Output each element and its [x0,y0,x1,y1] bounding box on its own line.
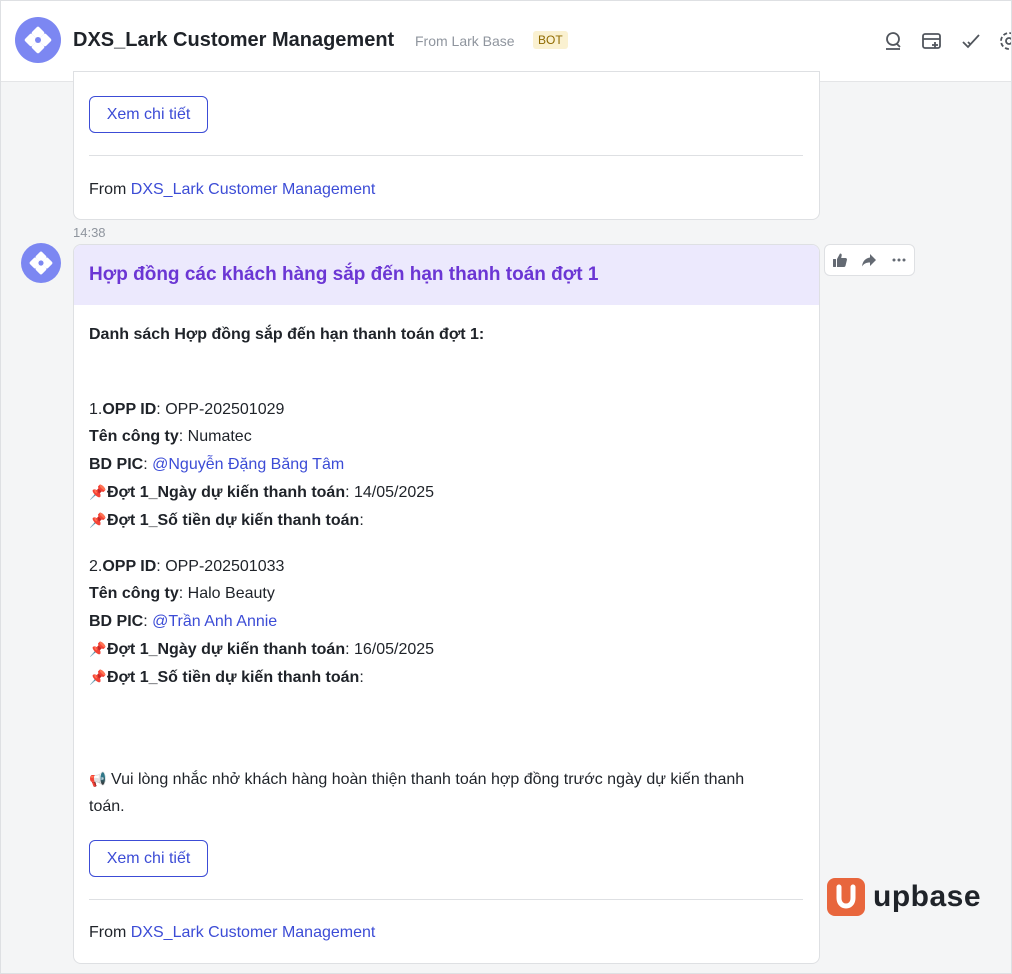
reminder-line-continued: toán. [89,798,125,815]
more-options-icon[interactable] [887,248,911,272]
company-line: Tên công ty: Halo Beauty [89,585,275,602]
view-details-button[interactable]: Xem chi tiết [89,96,208,133]
view-details-button[interactable]: Xem chi tiết [89,840,208,877]
add-tab-icon[interactable] [920,29,944,53]
card-divider [89,899,803,900]
chat-source-label: From Lark Base [415,33,515,49]
card-title: Hợp đồng các khách hàng sắp đến hạn than… [89,264,599,285]
previous-message-card: Xem chi tiết From DXS_Lark Customer Mana… [73,71,820,220]
pushpin-icon: 📌 [89,512,107,528]
upbase-brand-text: upbase [873,880,982,913]
sender-avatar[interactable] [21,243,61,283]
list-intro: Danh sách Hợp đồng sắp đến hạn thanh toá… [89,326,485,343]
card-divider [89,155,803,156]
user-mention[interactable]: @Trần Anh Annie [152,613,277,630]
card-footer: From DXS_Lark Customer Management [89,924,375,942]
bd-pic-line: BD PIC: @Trần Anh Annie [89,613,278,630]
user-mention[interactable]: @Nguyễn Đặng Băng Tâm [152,456,344,473]
message-card: Hợp đồng các khách hàng sắp đến hạn than… [73,244,820,964]
from-app-link[interactable]: DXS_Lark Customer Management [131,181,376,198]
payment-amount-line: 📌Đợt 1_Số tiền dự kiến thanh toán: [89,512,364,529]
thumbs-up-icon[interactable] [828,248,852,272]
payment-date-line: 📌Đợt 1_Ngày dự kiến thanh toán: 16/05/20… [89,641,435,658]
megaphone-icon: 📢 [89,771,107,787]
search-chat-icon[interactable] [881,29,905,53]
from-prefix: From [89,924,131,941]
forward-icon[interactable] [857,248,881,272]
message-actions-bar [824,244,915,276]
tasks-check-icon[interactable] [959,29,983,53]
card-footer: From DXS_Lark Customer Management [89,181,375,199]
chat-title[interactable]: DXS_Lark Customer Management [73,29,394,52]
pushpin-icon: 📌 [89,669,107,685]
opp-id-line: 1.OPP ID: OPP-202501029 [89,401,285,418]
bot-avatar[interactable] [15,17,61,63]
payment-amount-line: 📌Đợt 1_Số tiền dự kiến thanh toán: [89,669,364,686]
card-header: Hợp đồng các khách hàng sắp đến hạn than… [74,245,819,305]
message-time: 14:38 [73,225,106,240]
bot-badge: BOT [533,31,568,49]
lark-base-logo-icon [24,26,52,54]
bd-pic-line: BD PIC: @Nguyễn Đặng Băng Tâm [89,456,345,473]
pushpin-icon: 📌 [89,484,107,500]
upbase-logo-icon [827,878,865,916]
lark-base-logo-icon [29,251,53,275]
payment-date-line: 📌Đợt 1_Ngày dự kiến thanh toán: 14/05/20… [89,484,435,501]
settings-icon[interactable] [997,29,1011,53]
reminder-line: 📢 Vui lòng nhắc nhở khách hàng hoàn thiện… [89,771,745,788]
from-prefix: From [89,181,131,198]
pushpin-icon: 📌 [89,641,107,657]
company-line: Tên công ty: Numatec [89,428,252,445]
opp-id-line: 2.OPP ID: OPP-202501033 [89,558,285,575]
chat-header: DXS_Lark Customer Management From Lark B… [1,1,1011,82]
from-app-link[interactable]: DXS_Lark Customer Management [131,924,376,941]
upbase-watermark: upbase [827,877,981,917]
chat-window: DXS_Lark Customer Management From Lark B… [0,0,1012,974]
